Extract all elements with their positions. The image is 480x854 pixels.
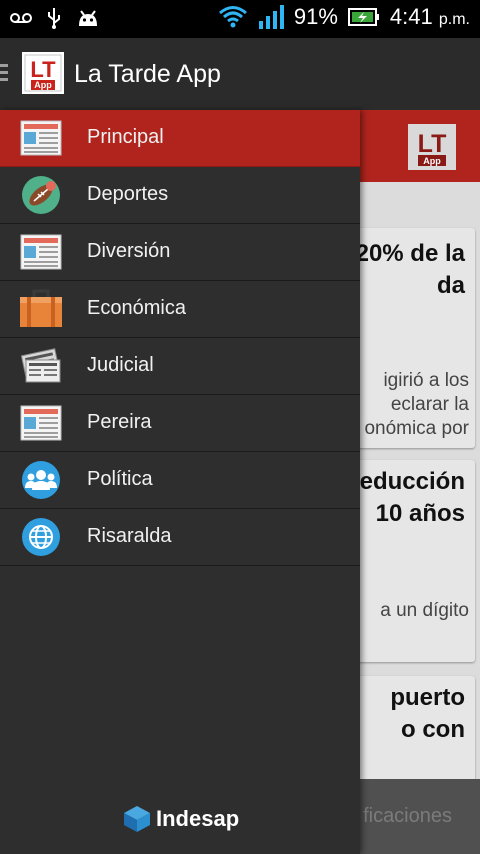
- newspaper-icon: [20, 405, 62, 441]
- news-card-snippet: onómica por: [364, 418, 469, 439]
- voicemail-icon: [10, 13, 32, 23]
- newspaper-icon: [20, 234, 62, 270]
- nav-item-politica[interactable]: Política: [0, 452, 360, 509]
- battery-percent: 91%: [293, 4, 338, 29]
- action-bar: LT App La Tarde App: [0, 38, 480, 110]
- indesap-brand[interactable]: Indesap: [122, 804, 239, 834]
- nav-item-judicial[interactable]: Judicial: [0, 338, 360, 395]
- navigation-drawer: Principal Deportes Diversión Económica J…: [0, 110, 360, 854]
- header-logo: LT App: [408, 124, 456, 170]
- signal-icon: [258, 5, 284, 29]
- nav-item-diversion[interactable]: Diversión: [0, 224, 360, 281]
- wifi-icon: [218, 6, 247, 28]
- newspaper-icon: [20, 120, 62, 156]
- bottom-bar-text[interactable]: ficaciones: [363, 805, 452, 828]
- app-logo[interactable]: LT App: [22, 52, 64, 94]
- nav-item-risaralda[interactable]: Risaralda: [0, 509, 360, 566]
- news-card-title: da: [436, 272, 465, 299]
- nav-item-economica[interactable]: Económica: [0, 281, 360, 338]
- nav-item-pereira[interactable]: Pereira: [0, 395, 360, 452]
- news-card-title: 10 años: [375, 500, 465, 527]
- nav-item-label: Diversión: [87, 240, 171, 262]
- lt-logo-icon: LT App: [22, 52, 64, 94]
- svg-text:LT: LT: [418, 130, 447, 158]
- usb-icon: [48, 8, 60, 29]
- drawer-toggle-icon[interactable]: [0, 64, 8, 84]
- news-card-snippet: a un dígito: [380, 600, 469, 621]
- svg-text:App: App: [423, 156, 441, 166]
- svg-text:App: App: [34, 80, 52, 90]
- news-card-snippet: igirió a los: [383, 370, 469, 391]
- globe-icon: [22, 518, 60, 556]
- nav-item-label: Pereira: [87, 411, 152, 433]
- drawer-footer: Indesap: [0, 778, 360, 854]
- clock: 4:41 p.m.: [390, 4, 470, 30]
- news-card-title: o con: [401, 716, 465, 743]
- battery-charging-icon: [347, 8, 379, 26]
- nav-item-label: Económica: [87, 297, 186, 319]
- newspapers-stack-icon: [20, 348, 61, 383]
- nav-item-label: Principal: [87, 126, 164, 148]
- svg-text:LT: LT: [30, 57, 56, 82]
- indesap-logo-icon: [124, 806, 150, 832]
- clock-ampm: p.m.: [438, 11, 470, 28]
- nav-item-label: Judicial: [87, 354, 154, 376]
- football-icon: [22, 176, 60, 214]
- system-icons: 91% 4:41 p.m.: [218, 4, 470, 30]
- news-card-snippet: eclarar la: [390, 394, 469, 415]
- status-bar: 91% 4:41 p.m.: [0, 0, 480, 38]
- nav-item-deportes[interactable]: Deportes: [0, 167, 360, 224]
- brand-name: Indesap: [156, 806, 240, 831]
- app-title: La Tarde App: [74, 60, 221, 88]
- android-icon: [79, 10, 97, 26]
- notification-icons: [10, 6, 100, 30]
- briefcase-icon: [20, 289, 62, 327]
- clock-time: 4:41: [389, 4, 433, 29]
- lt-logo-icon: LT App: [408, 124, 456, 170]
- news-card-title: 20% de la: [355, 240, 465, 267]
- nav-item-label: Risaralda: [87, 525, 172, 547]
- nav-item-label: Deportes: [87, 183, 169, 205]
- nav-item-label: Política: [87, 468, 153, 490]
- news-card-title: puerto: [390, 684, 465, 711]
- nav-item-principal[interactable]: Principal: [0, 110, 360, 167]
- people-group-icon: [22, 461, 60, 499]
- news-card-title: educción: [359, 468, 465, 495]
